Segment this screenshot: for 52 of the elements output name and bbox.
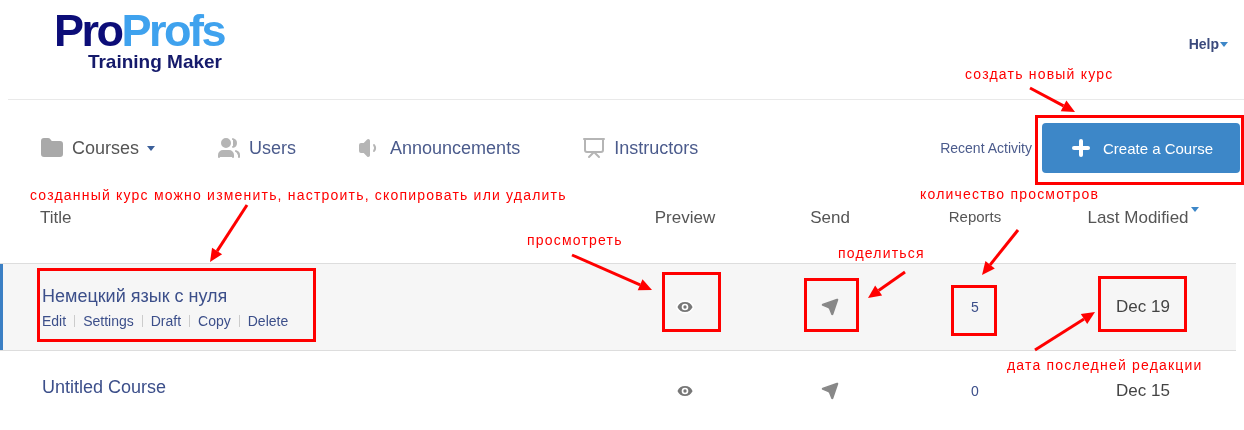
paper-plane-icon[interactable] — [821, 381, 839, 400]
paper-plane-icon[interactable] — [821, 298, 839, 316]
column-header: Title — [40, 208, 72, 228]
annotation-note: дата последней редакции — [1007, 357, 1203, 373]
create-course-button[interactable]: Create a Course — [1042, 123, 1240, 173]
column-header[interactable]: Last Modified — [1087, 208, 1199, 228]
course-row[interactable]: Немецкий язык с нуля Edit Settings Draft Copy Delete 5 Dec 19 — [0, 263, 1236, 350]
action-link[interactable]: Settings — [83, 312, 134, 329]
modified-date: Dec 19 — [1116, 297, 1170, 317]
report-count[interactable]: 0 — [971, 382, 979, 399]
annotation-arrow — [1034, 312, 1095, 352]
course-title[interactable]: Немецкий язык с нуля — [42, 285, 610, 307]
annotation-arrow — [982, 229, 1020, 275]
nav-link[interactable]: Users — [217, 136, 297, 160]
eye-icon[interactable] — [675, 297, 695, 317]
folder-icon — [40, 136, 64, 160]
annotation-arrow — [210, 204, 249, 262]
caret-icon — [1220, 41, 1228, 47]
nav-label: Users — [249, 137, 297, 159]
annotation-note: создать новый курс — [965, 66, 1114, 82]
help-menu[interactable]: Help — [1188, 36, 1228, 52]
nav-link[interactable]: Announcements — [358, 136, 521, 160]
recent-activity-link[interactable]: Recent Activity — [940, 140, 1032, 156]
reports-highlight-frame — [951, 285, 997, 336]
caret-icon — [147, 145, 156, 151]
action-link[interactable]: Delete — [247, 312, 289, 329]
nav-link[interactable]: Courses — [40, 136, 156, 160]
users-icon — [217, 136, 242, 160]
modified-date: Dec 15 — [1116, 380, 1170, 401]
annotation-arrow — [868, 270, 906, 298]
nav-label: Instructors — [614, 137, 699, 159]
annotation-arrow — [1029, 86, 1075, 112]
sort-caret-icon — [1190, 207, 1199, 212]
column-header: Send — [810, 208, 850, 228]
nav-label: Courses — [72, 137, 140, 159]
logo: ProProfs Training Maker — [52, 10, 224, 72]
annotation-note: количество просмотров — [920, 186, 1100, 202]
annotation-note: созданный курс можно изменить, настроить, скопировать или удалить — [30, 187, 567, 203]
presenter-icon — [582, 136, 607, 160]
report-count[interactable]: 5 — [971, 299, 979, 315]
nav-link[interactable]: Instructors — [582, 136, 699, 160]
action-link[interactable]: Draft — [150, 312, 182, 329]
preview-highlight-frame — [662, 272, 721, 332]
course-title[interactable]: Untitled Course — [42, 377, 610, 398]
nav-label: Announcements — [390, 137, 521, 159]
column-header: Reports — [948, 208, 1002, 225]
annotation-note: просмотреть — [527, 232, 623, 248]
action-link[interactable]: Copy — [198, 312, 231, 329]
send-highlight-frame — [804, 278, 859, 332]
action-link[interactable]: Edit — [42, 312, 67, 329]
annotation-note: поделиться — [838, 245, 925, 261]
column-header: Preview — [654, 208, 716, 228]
